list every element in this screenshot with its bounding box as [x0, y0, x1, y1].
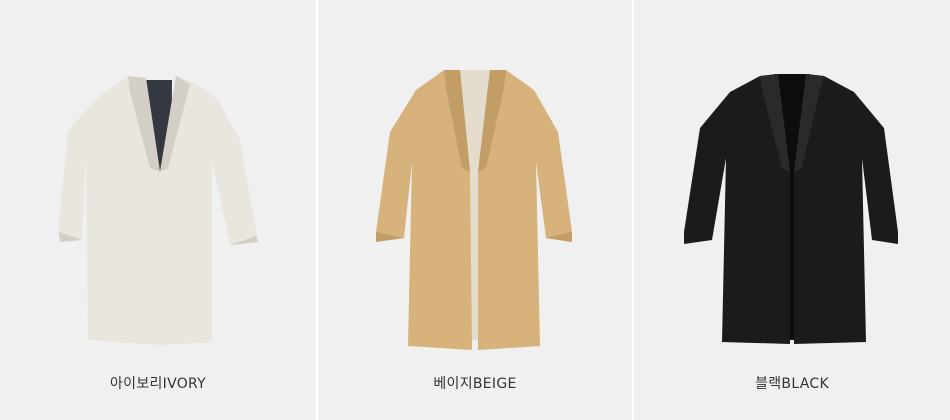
coat-black [684, 74, 898, 344]
product-color-grid: 아이보리IVORY 베이지BEIGE 블랙BLACK [0, 0, 950, 420]
product-card-ivory[interactable]: 아이보리IVORY [0, 0, 316, 420]
color-label-ivory: 아이보리IVORY [109, 376, 207, 392]
color-label-black: 블랙BLACK [755, 376, 829, 392]
coat-image-beige[interactable] [318, 0, 632, 370]
coat-image-black[interactable] [634, 0, 950, 370]
coat-beige [376, 70, 572, 350]
product-card-beige[interactable]: 베이지BEIGE [318, 0, 632, 420]
coat-image-ivory[interactable] [0, 0, 316, 370]
product-card-black[interactable]: 블랙BLACK [634, 0, 950, 420]
color-label-beige: 베이지BEIGE [433, 376, 517, 392]
coat-ivory [58, 76, 258, 345]
